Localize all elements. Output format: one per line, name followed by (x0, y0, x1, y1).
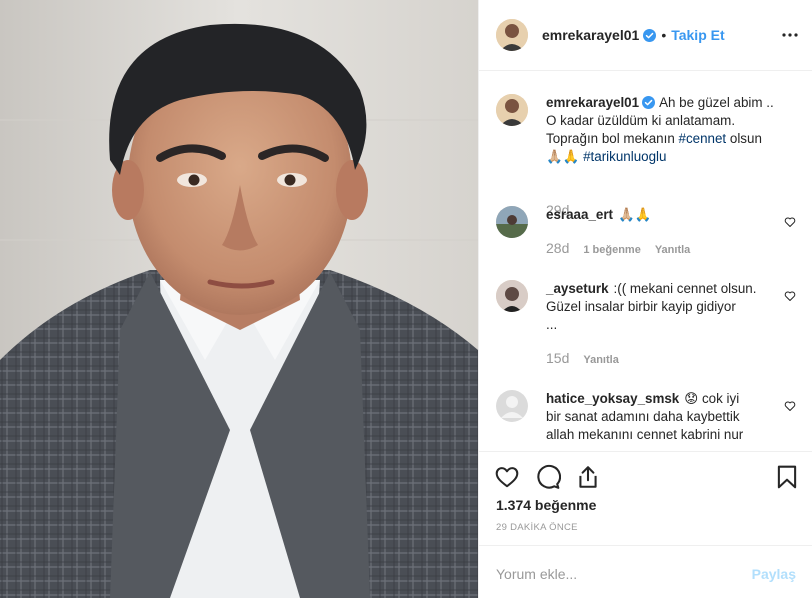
comment-meta: 15d Yanıtla (546, 350, 619, 366)
comment-line-2: Güzel insalar birbir kayip gidiyor (546, 299, 736, 314)
bookmark-icon[interactable] (774, 464, 800, 490)
share-upload-icon[interactable] (575, 464, 601, 490)
comment-time[interactable]: 15d (546, 350, 569, 366)
post-panel: emrekarayel01 • Takip Et emrekarayel01A (478, 0, 812, 598)
comment-like-icon[interactable] (784, 216, 796, 228)
comment-item: _ayseturk :(( mekani cennet olsun. Güzel … (496, 280, 796, 380)
comment-line-2: bir sanat adamını daha kaybettik (546, 409, 740, 424)
caption-text: emrekarayel01 Ah be güzel abim .. O kadar… (546, 94, 796, 166)
comment-bubble-icon[interactable] (535, 464, 561, 490)
comments-list[interactable]: emrekarayel01 Ah be güzel abim .. O kadar… (479, 72, 812, 452)
comment-line-3: allah mekanını cennet kabrini nur (546, 427, 744, 442)
caption-emoji: 🙏🏼🙏 (546, 149, 580, 164)
avatar-image (496, 206, 528, 238)
post-header: emrekarayel01 • Takip Et (479, 0, 812, 71)
avatar-image (496, 94, 528, 126)
avatar-image (496, 280, 528, 312)
reply-button[interactable]: Yanıtla (583, 354, 618, 366)
comment-username[interactable]: esraaa_ert (546, 207, 613, 222)
caption-username[interactable]: emrekarayel01 (546, 95, 639, 110)
caption-line-3-pre: Toprağın bol mekanın (546, 131, 679, 146)
like-heart-icon[interactable] (494, 464, 520, 490)
comment-avatar[interactable] (496, 206, 528, 238)
comment-avatar[interactable] (496, 280, 528, 312)
like-count[interactable]: 1.374 beğenme (496, 497, 596, 513)
comment-item: esraaa_ert 🙏🏼🙏 28d 1 beğenme Yanıtla (496, 206, 796, 266)
caption-avatar[interactable] (496, 94, 528, 126)
comment-avatar[interactable] (496, 390, 528, 422)
hashtag-tarikunluoglu[interactable]: #tarikunluoglu (583, 149, 666, 164)
verified-badge-icon (642, 96, 656, 109)
comment-item: hatice_yoksay_smsk 😟 cok iyi bir sanat ad… (496, 390, 796, 452)
follow-button[interactable]: Takip Et (671, 27, 724, 43)
separator-dot: • (661, 27, 667, 43)
comment-username[interactable]: _ayseturk (546, 281, 609, 296)
comment-text: esraaa_ert 🙏🏼🙏 (546, 206, 774, 224)
comment-line-3: ... (546, 317, 558, 332)
avatar-image (496, 19, 528, 51)
caption-line-3-post: olsun (726, 131, 762, 146)
comment-likes[interactable]: 1 beğenme (583, 244, 640, 256)
add-comment-bar: Yorum ekle... Paylaş (479, 545, 812, 598)
comment-meta: 28d 1 beğenme Yanıtla (546, 240, 690, 256)
comment-input[interactable]: Yorum ekle... (496, 566, 577, 582)
caption-line-1: Ah be güzel abim .. (659, 95, 774, 110)
author-username[interactable]: emrekarayel01 (542, 27, 639, 43)
comment-like-icon[interactable] (784, 290, 796, 302)
more-options-icon[interactable] (781, 28, 799, 42)
portrait-image (0, 0, 478, 598)
comment-emoji: 🙏🏼🙏 (618, 207, 652, 222)
comment-line-1: cok iyi (701, 391, 740, 406)
comment-text: hatice_yoksay_smsk 😟 cok iyi bir sanat ad… (546, 390, 774, 444)
post-photo[interactable] (0, 0, 478, 598)
comment-emoji: 😟 (684, 391, 699, 406)
comment-username[interactable]: hatice_yoksay_smsk (546, 391, 679, 406)
comment-line-1: :(( mekani cennet olsun. (613, 281, 757, 296)
post-timestamp[interactable]: 29 DAKİKA ÖNCE (496, 522, 578, 533)
default-avatar-icon (496, 390, 528, 422)
verified-badge-icon (643, 28, 657, 42)
reply-button[interactable]: Yanıtla (655, 244, 690, 256)
comment-text: _ayseturk :(( mekani cennet olsun. Güzel … (546, 280, 774, 334)
author-avatar[interactable] (496, 19, 528, 51)
hashtag-cennet[interactable]: #cennet (679, 131, 727, 146)
post-comment-button[interactable]: Paylaş (752, 566, 796, 582)
comment-time[interactable]: 28d (546, 240, 569, 256)
comment-like-icon[interactable] (784, 400, 796, 412)
caption-line-2: O kadar üzüldüm ki anlatamam. (546, 113, 736, 128)
